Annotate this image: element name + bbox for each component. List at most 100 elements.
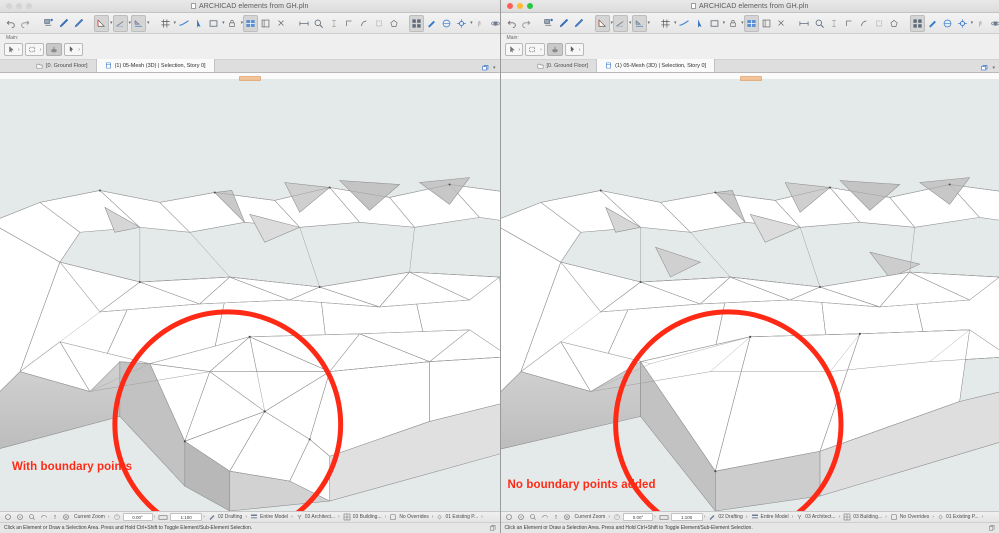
arc-button[interactable] bbox=[356, 15, 371, 32]
arrow-caret-icon[interactable]: › bbox=[18, 47, 20, 53]
drag-tool-button[interactable] bbox=[594, 14, 610, 32]
previous-zoom-button[interactable] bbox=[14, 513, 26, 521]
chevron-down-icon[interactable]: ▾ bbox=[493, 65, 496, 71]
zoom-button[interactable] bbox=[812, 15, 827, 32]
override-item[interactable]: No Overrides bbox=[888, 513, 931, 521]
rectangle-select-button[interactable] bbox=[206, 15, 221, 32]
cursor-snap-button[interactable] bbox=[692, 15, 707, 32]
marquee-tool-button[interactable]: › bbox=[525, 43, 545, 56]
main-toolbar-left[interactable]: ▾ ▾ ▾ ▾ ▾ ▾ ▾ bbox=[0, 13, 500, 34]
penset-grid-item[interactable]: 03 Building... bbox=[841, 513, 884, 521]
marquee-caret-icon[interactable]: › bbox=[540, 47, 542, 53]
arrow-caret-icon[interactable]: › bbox=[519, 47, 521, 53]
orientation-value[interactable]: 0.00° bbox=[122, 513, 153, 521]
viewport-3d-right[interactable]: No boundary points added bbox=[500, 73, 999, 511]
zoom-reset-button[interactable] bbox=[60, 513, 72, 521]
tab-ground-floor[interactable]: [0. Ground Floor] bbox=[28, 59, 97, 72]
marquee-caret-icon[interactable]: › bbox=[40, 47, 42, 53]
pen-set-item[interactable]: 02 Drafting bbox=[706, 513, 744, 521]
orbit-small-button[interactable] bbox=[50, 513, 60, 521]
corner-button[interactable] bbox=[341, 15, 356, 32]
copy-icon[interactable] bbox=[489, 524, 496, 532]
palette-row[interactable]: › › › bbox=[4, 42, 500, 57]
lock-button[interactable] bbox=[725, 15, 740, 32]
override-item[interactable]: No Overrides bbox=[387, 513, 430, 521]
tab-ground-floor[interactable]: [0. Ground Floor] bbox=[529, 59, 598, 72]
renovation-arrow-icon[interactable]: › bbox=[981, 514, 985, 520]
main-toolbar-right[interactable]: ▾ ▾ ▾ ▾ ▾ ▾ ▾ bbox=[500, 13, 999, 34]
curve-button[interactable] bbox=[176, 15, 191, 32]
tabbar-controls[interactable]: ▾ bbox=[481, 64, 500, 72]
zoom-in-button[interactable] bbox=[26, 513, 38, 521]
mirror-caret-icon[interactable]: ▾ bbox=[147, 20, 150, 26]
previous-zoom-button[interactable] bbox=[515, 513, 527, 521]
magic-wand-button[interactable] bbox=[542, 15, 557, 32]
orbit-button[interactable] bbox=[988, 15, 999, 32]
arrow-tool-button[interactable]: › bbox=[4, 43, 23, 56]
globe-button[interactable] bbox=[940, 15, 955, 32]
tab-05-mesh-3d[interactable]: (1) 05-Mesh (3D) | Selection, Story 0] bbox=[597, 59, 716, 72]
undo-button[interactable] bbox=[504, 15, 519, 32]
copy-icon[interactable] bbox=[988, 524, 995, 532]
mesh-tool-button[interactable]: › bbox=[64, 43, 84, 56]
palette-row[interactable]: › › › bbox=[504, 42, 999, 57]
measure-button[interactable] bbox=[296, 15, 311, 32]
magic-wand-button[interactable] bbox=[41, 15, 56, 32]
statusbar-left[interactable]: Current Zoom › 0.00° › 1:100 › 02 Drafti… bbox=[0, 511, 500, 522]
arrow-tool-button[interactable]: › bbox=[504, 43, 524, 56]
grid-snap-button[interactable] bbox=[158, 15, 173, 32]
mesh-caret-icon[interactable]: › bbox=[78, 47, 80, 53]
renovation-arrow-icon[interactable]: › bbox=[480, 514, 484, 520]
polygon-button[interactable] bbox=[887, 15, 902, 32]
scale-value[interactable]: 1:100 bbox=[670, 513, 703, 521]
window-titlebar-right[interactable]: ARCHICAD elements from GH.pln bbox=[500, 0, 999, 13]
rotate-tool-button[interactable] bbox=[613, 14, 629, 32]
renovation-item[interactable]: 01 Existing P... bbox=[935, 513, 981, 521]
mirror-tool-button[interactable] bbox=[631, 14, 647, 32]
zoom-in-button[interactable] bbox=[527, 513, 539, 521]
elevation-button[interactable] bbox=[258, 15, 273, 32]
object-tool-button[interactable] bbox=[546, 43, 563, 56]
settings-button[interactable] bbox=[955, 15, 970, 32]
close-view-button[interactable] bbox=[273, 15, 288, 32]
hand-button[interactable] bbox=[973, 15, 988, 32]
3d-view-button[interactable] bbox=[743, 14, 759, 32]
layer-combo-item[interactable]: Entire Model bbox=[248, 513, 290, 521]
mesh-tool-button[interactable]: › bbox=[564, 43, 584, 56]
tab-05-mesh-3d[interactable]: (1) 05-Mesh (3D) | Selection, Story 0] bbox=[96, 59, 215, 72]
pen-button[interactable] bbox=[71, 15, 86, 32]
document-tabbar-left[interactable]: [0. Ground Floor] (1) 05-Mesh (3D) | Sel… bbox=[0, 59, 500, 73]
statusbar-right[interactable]: Current Zoom › 0.00° › 1:100 › 02 Drafti… bbox=[500, 511, 999, 522]
redo-button[interactable] bbox=[18, 15, 33, 32]
mirror-caret-icon[interactable]: ▾ bbox=[648, 20, 651, 26]
pencil-button[interactable] bbox=[56, 15, 71, 32]
structure-item[interactable]: 03 Architect... bbox=[794, 513, 837, 521]
pencil-button[interactable] bbox=[557, 15, 572, 32]
measure-button[interactable] bbox=[797, 15, 812, 32]
pen-button[interactable] bbox=[572, 15, 587, 32]
pan-button[interactable] bbox=[539, 513, 551, 521]
rectangle-select-button[interactable] bbox=[707, 15, 722, 32]
structure-item[interactable]: 03 Architect... bbox=[294, 513, 337, 521]
vertical-button[interactable] bbox=[326, 15, 341, 32]
orbit-small-button[interactable] bbox=[551, 513, 561, 521]
lock-button[interactable] bbox=[225, 15, 240, 32]
3d-view-button[interactable] bbox=[243, 14, 259, 32]
elevation-button[interactable] bbox=[759, 15, 774, 32]
close-view-button[interactable] bbox=[774, 15, 789, 32]
zoom-button[interactable] bbox=[311, 15, 326, 32]
penset-grid-item[interactable]: 03 Building... bbox=[341, 513, 384, 521]
vertical-button[interactable] bbox=[827, 15, 842, 32]
grid-snap-button[interactable] bbox=[658, 15, 673, 32]
arc-button[interactable] bbox=[857, 15, 872, 32]
zoom-reset-button[interactable] bbox=[561, 513, 573, 521]
mesh-caret-icon[interactable]: › bbox=[579, 47, 581, 53]
chevron-down-icon[interactable]: ▾ bbox=[992, 65, 995, 71]
curve-button[interactable] bbox=[677, 15, 692, 32]
box-button[interactable] bbox=[371, 15, 386, 32]
paint-button[interactable] bbox=[925, 15, 940, 32]
polygon-button[interactable] bbox=[386, 15, 401, 32]
cursor-snap-button[interactable] bbox=[191, 15, 206, 32]
layers-button[interactable] bbox=[909, 14, 925, 32]
viewport-3d-left[interactable]: With boundary points bbox=[0, 73, 500, 511]
